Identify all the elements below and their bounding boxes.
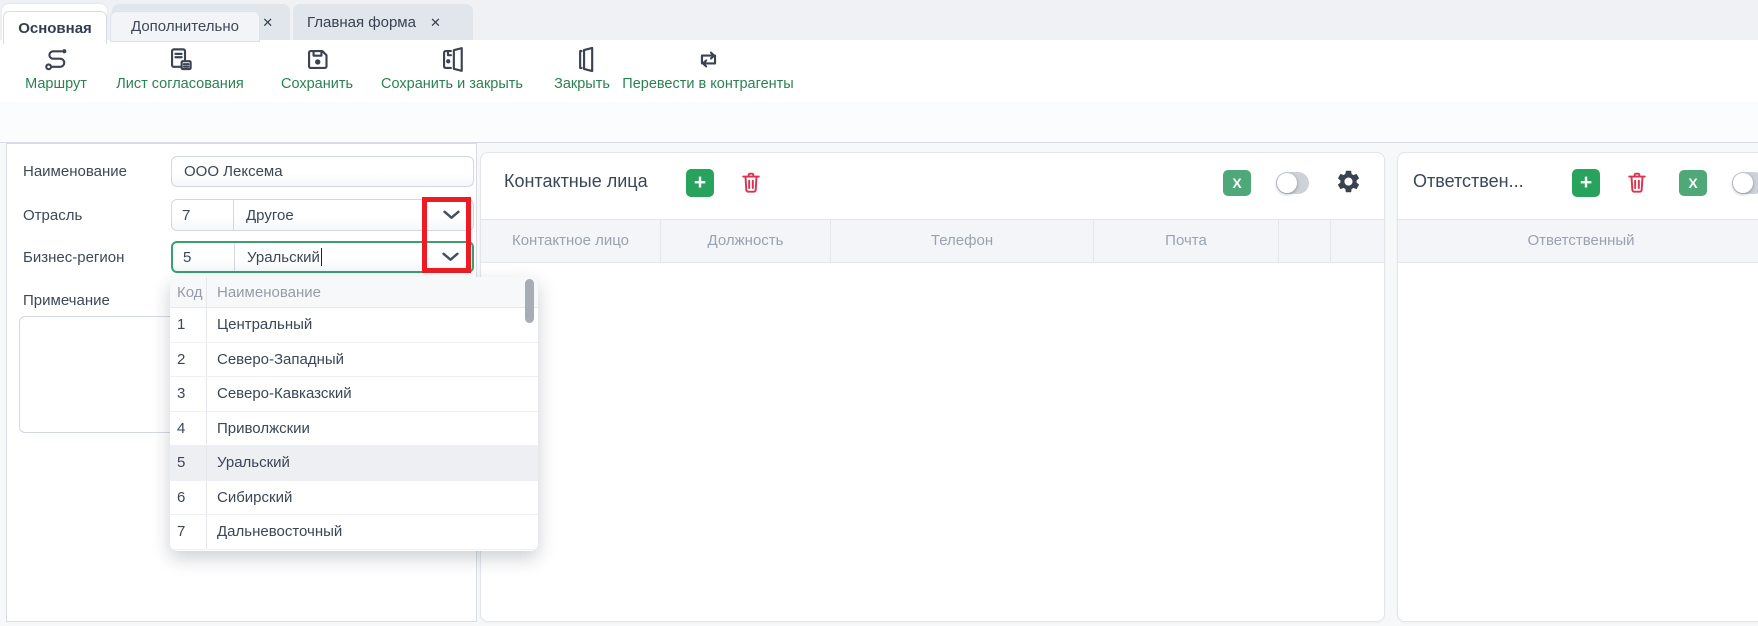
text-cursor <box>320 248 323 266</box>
dropdown-row[interactable]: 3 Северо-Кавказский <box>170 377 538 412</box>
save-and-close-button[interactable]: Сохранить и закрыть <box>372 46 532 98</box>
approval-sheet-button[interactable]: Лист согласования <box>105 46 255 98</box>
note-field-label: Примечание <box>23 292 110 309</box>
settings-button[interactable] <box>1335 168 1362 195</box>
route-button[interactable]: Маршрут <box>16 46 96 98</box>
column-header-email[interactable]: Почта <box>1094 220 1279 262</box>
column-header-phone[interactable]: Телефон <box>831 220 1094 262</box>
region-dropdown-button[interactable] <box>428 243 472 271</box>
industry-code-input[interactable]: 7 <box>172 200 234 230</box>
transfer-icon <box>700 51 716 68</box>
close-button-label: Закрыть <box>554 76 610 92</box>
industry-field-label: Отрасль <box>23 207 83 224</box>
responsible-table-header: Ответственный <box>1398 219 1758 263</box>
export-excel-button[interactable]: X <box>1679 170 1707 196</box>
dropdown-name-header: Наименование <box>217 283 321 301</box>
trash-icon <box>1628 172 1646 193</box>
column-header-contact[interactable]: Контактное лицо <box>481 220 661 262</box>
responsible-panel: Ответствен... X Ответственный <box>1397 152 1758 622</box>
toggle-knob <box>1733 173 1753 193</box>
toolbar: Маршрут Лист согласования Сохранить Сохр… <box>0 40 1758 102</box>
industry-dropdown-button[interactable] <box>429 200 473 230</box>
region-field-label: Бизнес-регион <box>23 249 125 266</box>
responsible-toggle[interactable] <box>1732 172 1758 194</box>
close-button[interactable]: Закрыть <box>542 46 622 98</box>
save-and-close-button-label: Сохранить и закрыть <box>381 76 523 92</box>
region-combo[interactable]: 5 Уральский <box>171 241 474 273</box>
transfer-button-label: Перевести в контрагенты <box>622 76 794 92</box>
add-responsible-button[interactable] <box>1572 169 1600 197</box>
delete-responsible-button[interactable] <box>1624 168 1650 196</box>
industry-value-input[interactable]: Другое <box>234 200 429 230</box>
name-field-label: Наименование <box>23 163 127 180</box>
save-and-close-icon <box>442 47 463 72</box>
tab-close-icon[interactable] <box>430 16 441 29</box>
transfer-to-counterparties-button[interactable]: Перевести в контрагенты <box>618 46 798 98</box>
tab-main-label: Основная <box>18 19 92 37</box>
contacts-panel: Контактные лица X Контактное лицо Должно… <box>480 152 1385 622</box>
contacts-toggle[interactable] <box>1276 172 1309 194</box>
door-close-icon <box>578 46 593 73</box>
route-icon <box>44 49 66 71</box>
tab-additional[interactable]: Дополнительно <box>110 11 260 42</box>
dropdown-row[interactable]: 2 Северо-Западный <box>170 342 538 377</box>
approval-sheet-icon <box>170 48 192 71</box>
tab-main[interactable]: Основная <box>3 11 107 44</box>
tab-close-icon[interactable] <box>262 16 273 29</box>
approval-sheet-button-label: Лист согласования <box>116 76 244 92</box>
tab-label: Главная форма <box>307 13 416 31</box>
route-button-label: Маршрут <box>25 76 87 92</box>
export-excel-button[interactable]: X <box>1223 170 1251 196</box>
toggle-knob <box>1277 173 1297 193</box>
column-header-empty <box>1331 220 1386 262</box>
dropdown-scrollbar[interactable] <box>525 279 534 323</box>
dropdown-row[interactable]: 1 Центральный <box>170 308 538 343</box>
trash-icon <box>742 172 760 193</box>
region-code-input[interactable]: 5 <box>173 243 235 271</box>
column-header-empty <box>1279 220 1331 262</box>
responsible-panel-title: Ответствен... <box>1413 171 1524 191</box>
column-header-position[interactable]: Должность <box>661 220 831 262</box>
chevron-down-icon <box>441 252 459 261</box>
column-header-responsible[interactable]: Ответственный <box>1398 220 1758 262</box>
save-button-label: Сохранить <box>280 76 354 92</box>
name-input[interactable]: ООО Лексема <box>171 156 474 187</box>
save-button[interactable]: Сохранить <box>267 46 367 98</box>
region-value-input[interactable]: Уральский <box>235 243 428 271</box>
gear-icon <box>1337 170 1360 193</box>
dropdown-header-row: Код Наименование <box>170 277 538 308</box>
contacts-panel-title: Контактные лица <box>504 171 648 191</box>
dropdown-code-header: Код <box>170 277 207 307</box>
save-icon <box>307 49 328 70</box>
dropdown-row[interactable]: 4 Приволжскии <box>170 411 538 446</box>
region-dropdown-popup: Код Наименование 1 Центральный 2 Северо-… <box>170 277 538 551</box>
form-tab-strip <box>0 102 1758 143</box>
add-contact-button[interactable] <box>686 169 714 197</box>
industry-combo[interactable]: 7 Другое <box>171 199 474 231</box>
tab-additional-label: Дополнительно <box>131 18 239 35</box>
dropdown-row[interactable]: 7 Дальневосточный <box>170 515 538 550</box>
client-form-screen: Клиент Клиенты - Реестр Главная форма Ма… <box>0 0 1758 626</box>
dropdown-row-selected[interactable]: 5 Уральский <box>170 446 538 481</box>
window-tab-bar: Клиент Клиенты - Реестр Главная форма <box>0 0 1758 40</box>
window-tab-main-form[interactable]: Главная форма <box>293 4 473 40</box>
contacts-table-header: Контактное лицо Должность Телефон Почта <box>481 219 1384 263</box>
dropdown-row[interactable]: 6 Сибирский <box>170 480 538 515</box>
name-input-value: ООО Лексема <box>184 163 283 180</box>
chevron-down-icon <box>442 210 460 219</box>
delete-contact-button[interactable] <box>738 168 764 196</box>
